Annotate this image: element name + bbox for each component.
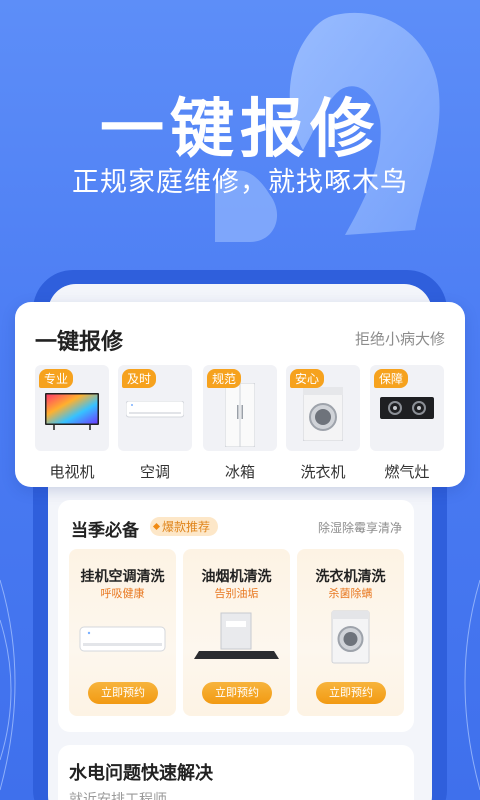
- service-card-range-hood-cleaning[interactable]: 油烟机清洗 告别油垢 立即预约: [183, 549, 290, 716]
- service-card-ac-cleaning[interactable]: 挂机空调清洗 呼吸健康 立即预约: [69, 549, 176, 716]
- repair-card: 一键报修 拒绝小病大修 专业 电视机 及时 空调 规范 冰箱 安心 洗衣机 保障…: [15, 302, 465, 487]
- appliance-fridge-box: 规范: [203, 365, 277, 451]
- washer-icon: [331, 610, 370, 664]
- gas-stove-icon: [380, 397, 434, 419]
- appliance-name: 空调: [139, 463, 170, 481]
- banner-subtitle: 正规家庭维修，就找啄木鸟: [72, 167, 408, 198]
- appliance-washer-box: 安心: [286, 365, 360, 451]
- repair-card-title: 一键报修: [35, 330, 124, 355]
- water-electric-card[interactable]: 水电问题快速解决 就近安排工程师: [58, 745, 414, 800]
- air-conditioner-icon: [79, 626, 166, 652]
- range-hood-icon: [194, 612, 279, 659]
- service-name: 油烟机清洗: [201, 569, 272, 585]
- service-card-washer-cleaning[interactable]: 洗衣机清洗 杀菌除螨 立即预约: [297, 549, 404, 716]
- appliance-air-conditioner[interactable]: 及时 空调: [118, 365, 192, 482]
- season-hint: 除湿除霉享清净: [317, 521, 402, 535]
- appliance-name: 冰箱: [224, 463, 255, 481]
- appliance-name: 洗衣机: [300, 463, 346, 481]
- washer-icon: [303, 387, 343, 441]
- season-title: 当季必备: [71, 521, 139, 541]
- appliance-tag: 及时: [122, 369, 157, 388]
- season-card: 当季必备 爆款推荐 除湿除霉享清净 挂机空调清洗 呼吸健康 立即预约 油烟机清洗…: [58, 500, 414, 732]
- book-now-button[interactable]: 立即预约: [202, 682, 272, 704]
- book-now-button[interactable]: 立即预约: [88, 682, 158, 704]
- appliance-name: 燃气灶: [384, 463, 430, 481]
- appliance-washer[interactable]: 安心 洗衣机: [286, 365, 360, 482]
- appliance-fridge[interactable]: 规范 冰箱: [203, 365, 277, 482]
- appliance-gas-stove-box: 保障: [370, 365, 444, 451]
- appliance-tag: 规范: [207, 369, 242, 388]
- fridge-icon: [225, 383, 255, 447]
- appliance-tag: 保障: [374, 369, 409, 388]
- service-name: 挂机空调清洗: [80, 569, 165, 585]
- appliance-tag: 安心: [290, 369, 325, 388]
- banner-title: 一键报修: [100, 93, 380, 167]
- book-now-button[interactable]: 立即预约: [316, 682, 386, 704]
- appliance-tv-box: 专业: [35, 365, 109, 451]
- appliance-tv[interactable]: 专业 电视机: [35, 365, 109, 482]
- service-subtitle: 呼吸健康: [100, 587, 145, 600]
- repair-card-slogan: 拒绝小病大修: [354, 330, 445, 348]
- water-electric-title: 水电问题快速解决: [69, 763, 213, 784]
- tv-icon: [45, 393, 99, 430]
- appliance-tag: 专业: [39, 369, 74, 388]
- appliance-name: 电视机: [49, 463, 95, 481]
- service-subtitle: 告别油垢: [214, 587, 259, 600]
- appliance-air-conditioner-box: 及时: [118, 365, 192, 451]
- season-badge: 爆款推荐: [150, 517, 219, 536]
- service-name: 洗衣机清洗: [315, 569, 386, 585]
- air-conditioner-icon: [126, 401, 184, 418]
- water-electric-subtitle: 就近安排工程师: [69, 792, 167, 800]
- service-subtitle: 杀菌除螨: [328, 587, 373, 600]
- appliance-gas-stove[interactable]: 保障 燃气灶: [370, 365, 444, 482]
